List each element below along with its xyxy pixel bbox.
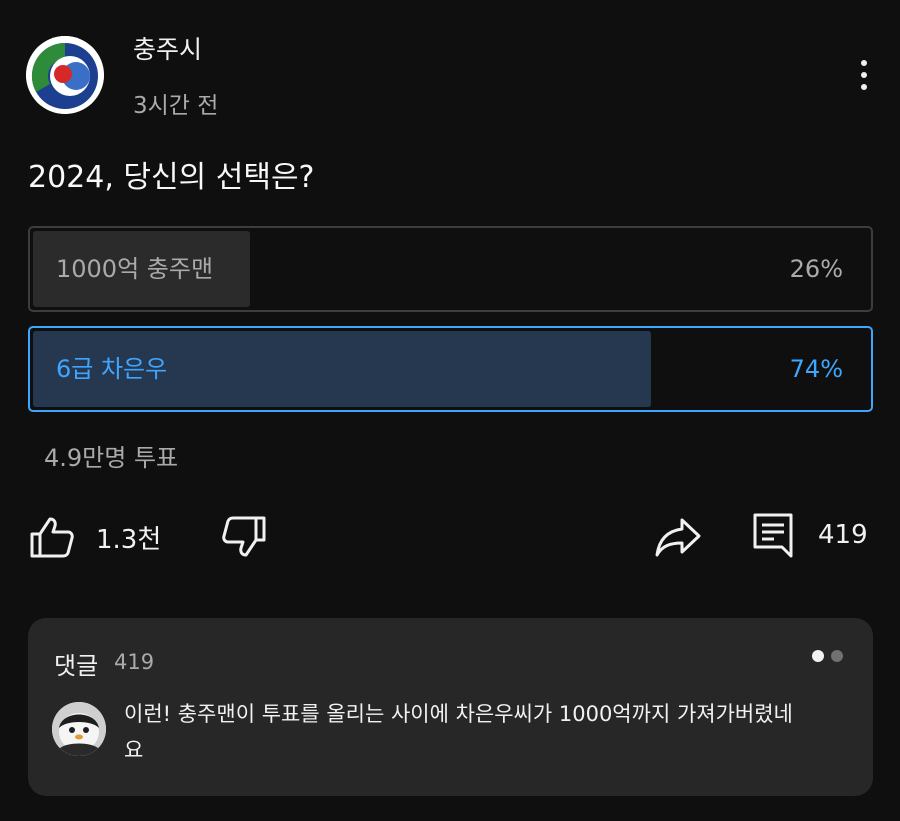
share-icon xyxy=(655,518,701,557)
vote-count: 4.9만명 투표 xyxy=(44,444,179,472)
comment-icon xyxy=(753,513,793,558)
commenter-avatar[interactable] xyxy=(52,702,106,756)
pagination-dots xyxy=(812,650,843,662)
menu-dot xyxy=(861,84,867,90)
share-button[interactable] xyxy=(654,516,702,558)
like-count: 1.3천 xyxy=(96,524,162,555)
poll-option-1-label: 1000억 충주맨 xyxy=(56,255,214,283)
poll-option-1[interactable]: 1000억 충주맨 26% xyxy=(28,226,873,312)
poll-option-1-percent: 26% xyxy=(789,255,843,283)
comments-card[interactable]: 댓글 419 이런! 충주맨이 투표를 올리는 사이에 차은우씨가 1000억까… xyxy=(28,618,873,796)
pagination-dot-active xyxy=(812,650,824,662)
channel-name[interactable]: 충주시 xyxy=(133,30,202,66)
thumbs-up-icon xyxy=(30,517,74,558)
poll-option-2-label: 6급 차은우 xyxy=(56,355,168,383)
menu-dot xyxy=(861,72,867,78)
chungju-logo-icon xyxy=(26,36,104,114)
penguin-avatar-icon xyxy=(52,702,106,756)
like-button[interactable]: 1.3천 xyxy=(28,516,161,558)
comment-count: 419 xyxy=(818,520,868,550)
top-comment-text: 이런! 충주맨이 투표를 올리는 사이에 차은우씨가 1000억까지 가져가버렸… xyxy=(124,702,793,762)
thumbs-down-icon xyxy=(222,516,266,557)
poll-option-2-percent: 74% xyxy=(789,355,843,383)
more-options-icon[interactable] xyxy=(846,54,882,96)
post-time: 3시간 전 xyxy=(133,93,219,119)
post-text: 2024, 당신의 선택은? xyxy=(28,160,315,195)
dislike-button[interactable] xyxy=(222,516,268,558)
comments-count: 419 xyxy=(114,650,155,674)
pagination-dot xyxy=(831,650,843,662)
channel-avatar[interactable] xyxy=(26,36,104,114)
comment-button[interactable]: 419 xyxy=(752,512,868,558)
community-post: 충주시 3시간 전 2024, 당신의 선택은? 1000억 충주맨 26% 6… xyxy=(0,0,900,821)
comments-title: 댓글 xyxy=(54,652,99,680)
poll-option-2[interactable]: 6급 차은우 74% xyxy=(28,326,873,412)
menu-dot xyxy=(861,60,867,66)
